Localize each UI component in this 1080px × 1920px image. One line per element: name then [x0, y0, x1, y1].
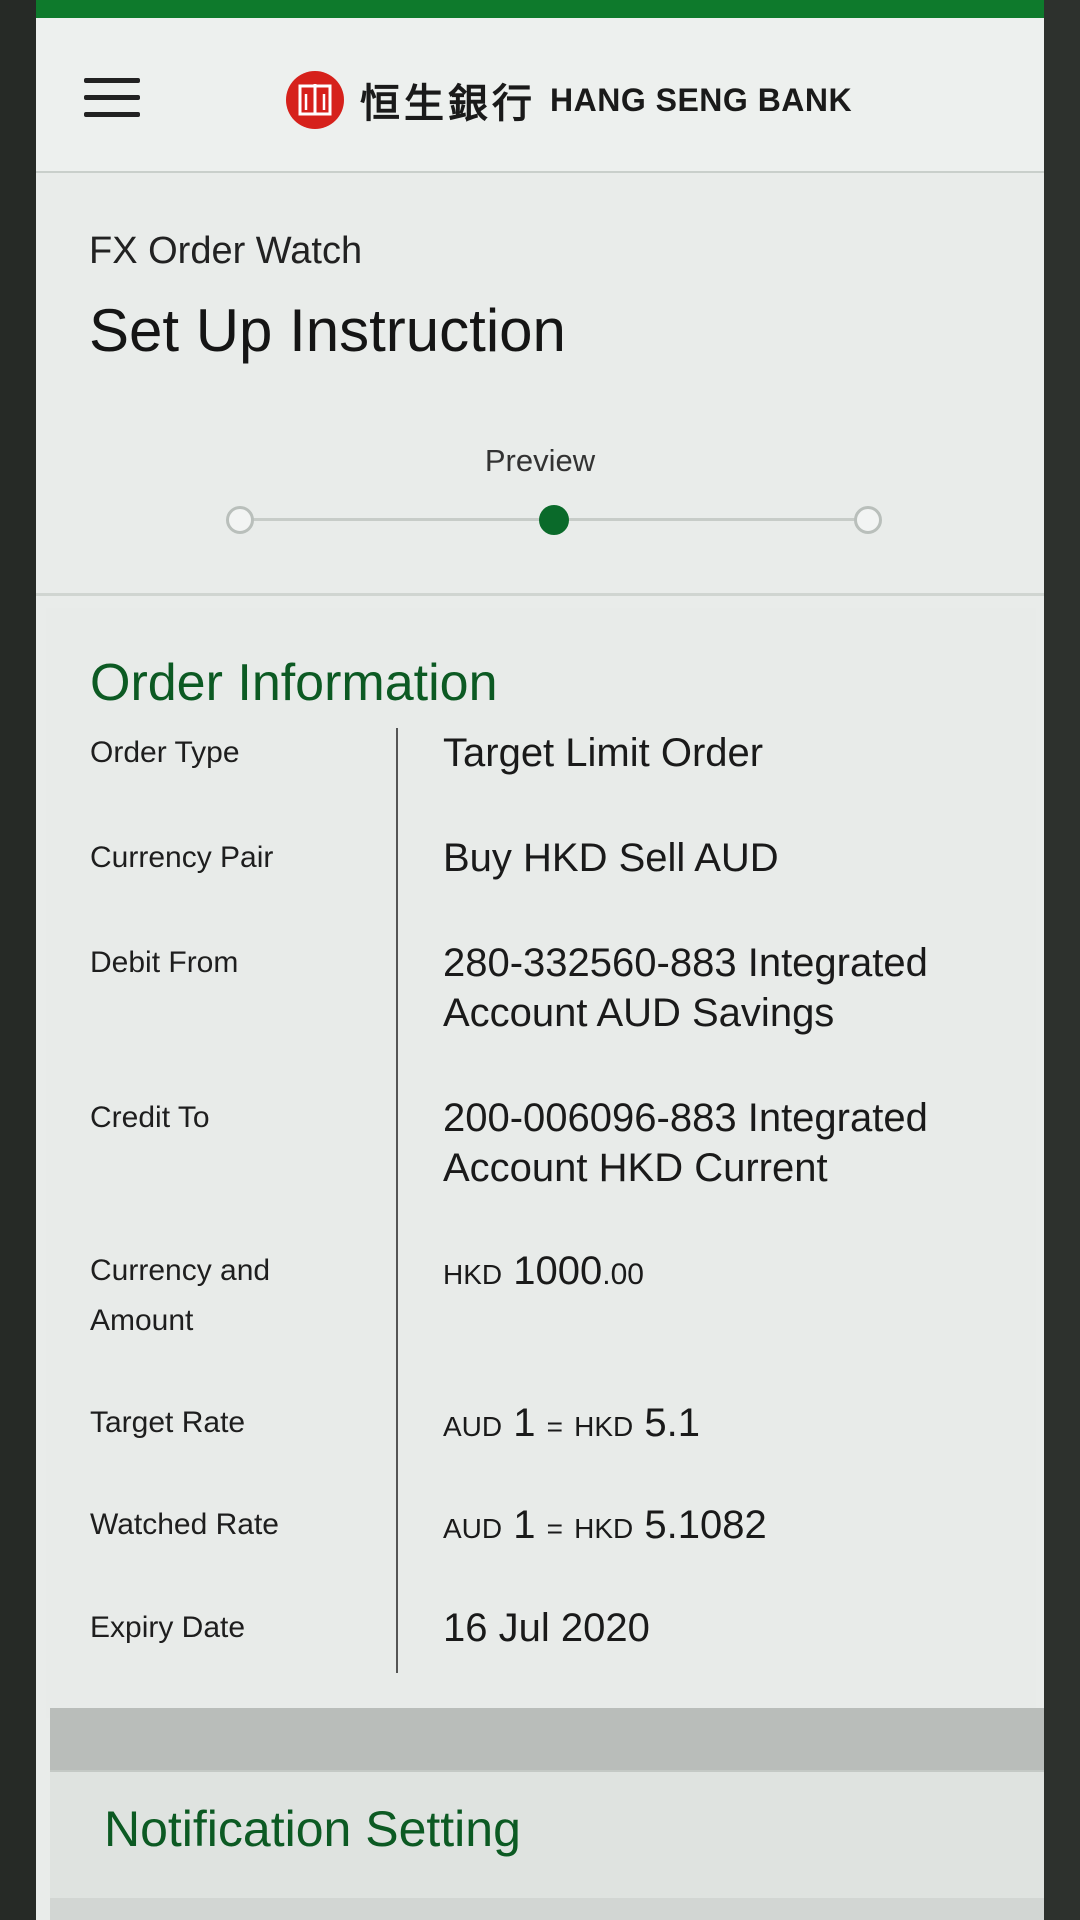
debit-from-label: Debit From	[90, 946, 239, 979]
device-bezel-right	[1044, 0, 1080, 1920]
status-bar	[36, 0, 1044, 18]
target-rate-value: AUD 1 = HKD 5.1	[443, 1398, 700, 1452]
bank-name-english: HANG SENG BANK	[550, 81, 853, 118]
expiry-date-value: 16 Jul 2020	[443, 1606, 650, 1650]
step-current-label: Preview	[484, 443, 596, 478]
credit-to-value-line2: Account HKD Current	[443, 1146, 828, 1190]
hamburger-menu-icon[interactable]	[84, 78, 140, 120]
bank-name-chinese: 恒生銀行	[360, 80, 536, 127]
target-to-ccy: HKD	[574, 1411, 634, 1442]
debit-from-value-line2: Account AUD Savings	[443, 991, 835, 1035]
amount-integer: 1000	[513, 1249, 603, 1293]
order-information-title: Order Information	[90, 654, 498, 712]
currency-pair-label: Currency Pair	[90, 841, 274, 874]
credit-to-label: Credit To	[90, 1101, 210, 1134]
target-rate-label: Target Rate	[90, 1406, 246, 1439]
watched-to-amt: 5.1082	[644, 1503, 767, 1547]
bank-logo[interactable]: 恒生銀行 HANG SENG BANK	[286, 70, 852, 130]
section-gap	[50, 1708, 1044, 1770]
watched-to-ccy: HKD	[574, 1513, 634, 1544]
target-to-amt: 5.1	[644, 1401, 700, 1445]
target-from-ccy: AUD	[443, 1411, 503, 1442]
currency-pair-value: Buy HKD Sell AUD	[443, 836, 779, 880]
system-nav-bar	[50, 1898, 1044, 1920]
expiry-date-label: Expiry Date	[90, 1611, 246, 1644]
app-header: 恒生銀行 HANG SENG BANK	[36, 18, 1044, 173]
hang-seng-logo-icon	[286, 71, 344, 129]
step-2-dot-active[interactable]	[539, 505, 569, 535]
target-from-amt: 1	[513, 1401, 536, 1445]
app-screen: 恒生銀行 HANG SENG BANK FX Order Watch Set U…	[36, 18, 1044, 1920]
credit-to-value-line1: 200-006096-883 Integrated	[443, 1096, 928, 1140]
device-bezel-left	[0, 0, 36, 1920]
order-type-value: Target Limit Order	[443, 731, 764, 775]
watched-from-amt: 1	[513, 1503, 536, 1547]
target-equals: =	[546, 1411, 563, 1442]
notification-setting-title: Notification Setting	[104, 1801, 521, 1857]
order-type-label: Order Type	[90, 736, 240, 769]
breadcrumb: FX Order Watch	[89, 230, 363, 272]
watched-from-ccy: AUD	[443, 1513, 503, 1544]
watched-equals: =	[546, 1513, 563, 1544]
amount-decimal: .00	[602, 1258, 644, 1291]
currency-amount-value: HKD 1000.00	[443, 1246, 644, 1300]
section-divider	[36, 593, 1044, 596]
currency-amount-label-line1: Currency and	[90, 1254, 271, 1287]
step-3-dot[interactable]	[854, 506, 882, 534]
watched-rate-value: AUD 1 = HKD 5.1082	[443, 1500, 767, 1554]
page-title: Set Up Instruction	[89, 297, 566, 364]
watched-rate-label: Watched Rate	[90, 1508, 279, 1541]
currency-amount-label-line2: Amount	[90, 1304, 194, 1337]
debit-from-value-line1: 280-332560-883 Integrated	[443, 941, 928, 985]
step-1-dot[interactable]	[226, 506, 254, 534]
amount-currency: HKD	[443, 1259, 503, 1290]
column-divider	[396, 728, 398, 1673]
